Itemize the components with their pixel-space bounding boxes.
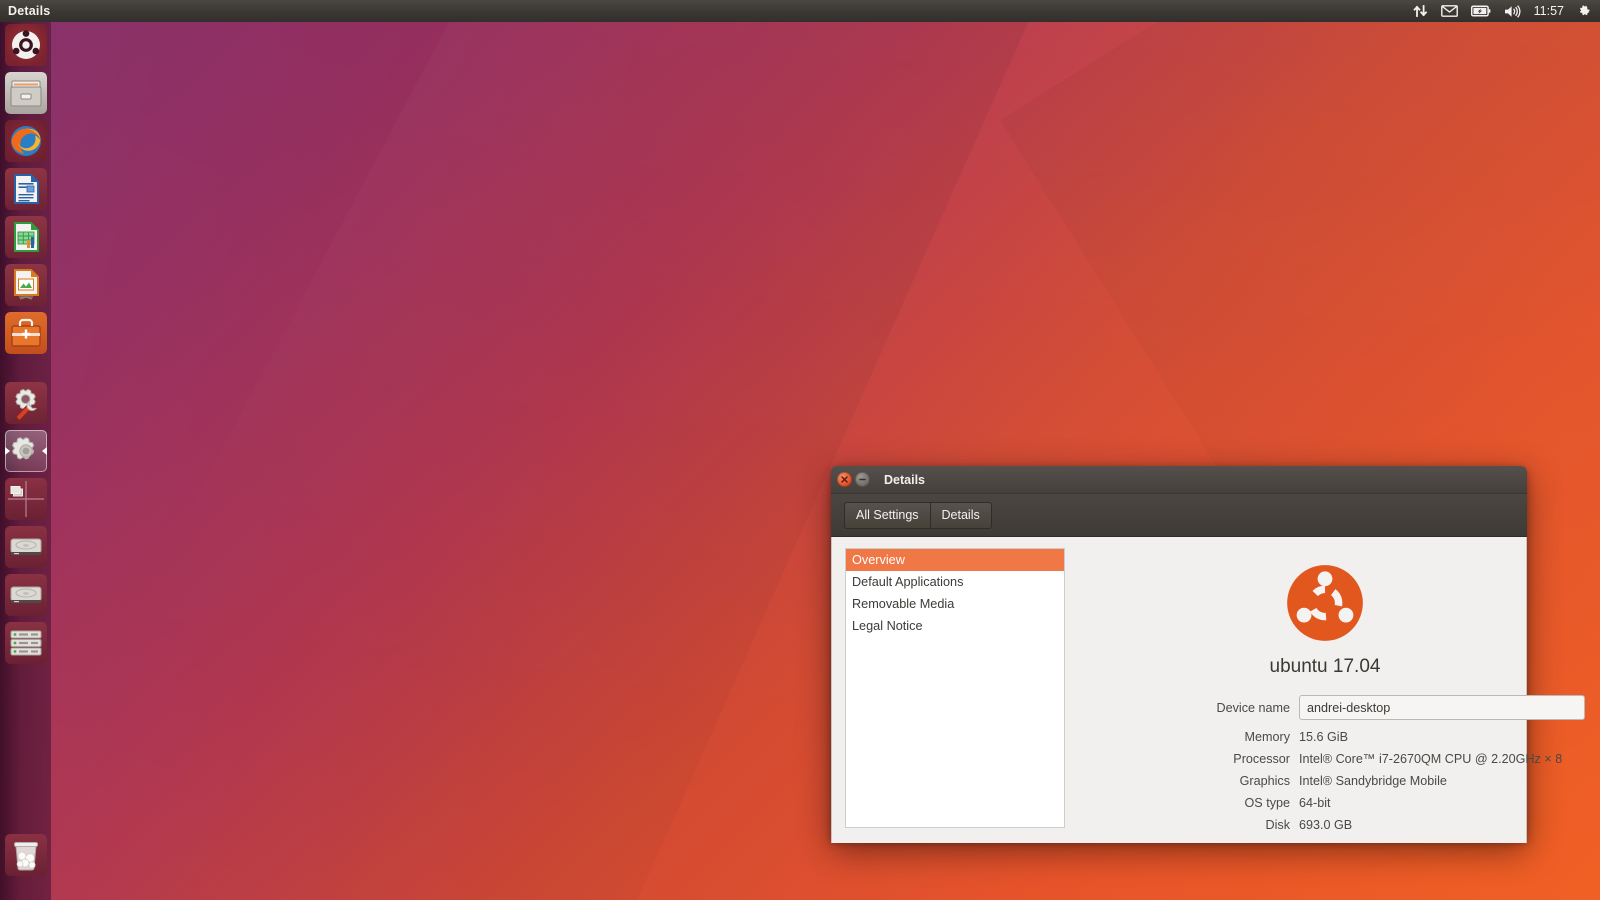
ubuntu-software-icon[interactable] <box>5 312 47 354</box>
graphics-label: Graphics <box>1239 773 1290 788</box>
graphics-value: Intel® Sandybridge Mobile <box>1299 773 1447 788</box>
all-settings-button[interactable]: All Settings <box>844 501 930 529</box>
firefox-icon[interactable] <box>5 120 47 162</box>
spec-row-graphics: Graphics Intel® Sandybridge Mobile <box>1065 771 1585 790</box>
spec-row-processor: Processor Intel® Core™ i7-2670QM CPU @ 2… <box>1065 749 1585 768</box>
details-window[interactable]: Details All Settings Details Overview De… <box>831 466 1585 843</box>
details-sidebar-list[interactable]: Overview Default Applications Removable … <box>845 548 1065 828</box>
os-type-value: 64-bit <box>1299 795 1331 810</box>
network-servers-icon[interactable] <box>5 622 47 664</box>
libreoffice-impress-icon[interactable] <box>5 264 47 306</box>
network-icon[interactable] <box>1412 0 1428 22</box>
trash-icon[interactable] <box>5 834 47 876</box>
volume-icon[interactable] <box>1504 0 1521 22</box>
launcher-active-arrow-right <box>42 447 47 455</box>
sidebar-container: Overview Default Applications Removable … <box>832 537 1065 843</box>
system-specs-table: Device name Memory 15.6 GiB Processor In… <box>1065 695 1585 837</box>
panel-app-title[interactable]: Details <box>8 4 50 18</box>
files-icon[interactable] <box>5 72 47 114</box>
window-toolbar: All Settings Details <box>831 494 1527 537</box>
window-title: Details <box>884 472 925 487</box>
processor-label: Processor <box>1233 751 1290 766</box>
minimize-button[interactable] <box>855 472 870 487</box>
disk-label: Disk <box>1265 817 1291 832</box>
battery-icon[interactable] <box>1470 0 1491 22</box>
memory-label: Memory <box>1244 729 1290 744</box>
system-settings-icon[interactable] <box>5 430 47 472</box>
spec-row-memory: Memory 15.6 GiB <box>1065 727 1585 746</box>
window-titlebar[interactable]: Details <box>831 466 1527 494</box>
toolbar-tab-group: All Settings Details <box>844 501 992 529</box>
workspace-switcher-icon[interactable] <box>5 478 47 520</box>
ubuntu-logo <box>1287 565 1363 641</box>
panel-clock[interactable]: 11:57 <box>1534 4 1564 18</box>
top-panel: Details 11:57 <box>0 0 1600 22</box>
memory-value: 15.6 GiB <box>1299 729 1349 744</box>
overview-content: ubuntu 17.04 Device name Memory 15.6 GiB… <box>1065 537 1585 843</box>
details-tab-button[interactable]: Details <box>929 501 992 529</box>
spec-row-os-type: OS type 64-bit <box>1065 793 1585 812</box>
os-type-label: OS type <box>1244 795 1291 810</box>
disk-value: 693.0 GB <box>1299 817 1353 832</box>
processor-value: Intel® Core™ i7-2670QM CPU @ 2.20GHz × 8 <box>1299 751 1563 766</box>
gear-session-icon[interactable] <box>1577 0 1592 22</box>
os-version-label: ubuntu 17.04 <box>1269 656 1381 677</box>
window-body: Overview Default Applications Removable … <box>831 537 1585 843</box>
spec-row-disk: Disk 693.0 GB <box>1065 815 1585 834</box>
device-name-input[interactable] <box>1299 695 1585 720</box>
sidebar-item-default-applications[interactable]: Default Applications <box>846 571 1064 593</box>
libreoffice-writer-icon[interactable] <box>5 168 47 210</box>
system-tools-icon[interactable] <box>5 382 47 424</box>
disk-drive-icon[interactable] <box>5 526 47 568</box>
panel-indicator-area: 11:57 <box>1412 0 1600 22</box>
launcher-active-arrow-left <box>5 447 10 455</box>
messaging-envelope-icon[interactable] <box>1440 0 1458 22</box>
sidebar-item-removable-media[interactable]: Removable Media <box>846 593 1064 615</box>
device-name-row: Device name <box>1065 695 1585 720</box>
unity-launcher <box>0 22 51 900</box>
sidebar-item-legal-notice[interactable]: Legal Notice <box>846 615 1064 637</box>
disk-drive-secondary-icon[interactable] <box>5 574 47 616</box>
libreoffice-calc-icon[interactable] <box>5 216 47 258</box>
close-button[interactable] <box>837 472 852 487</box>
device-name-label: Device name <box>1216 700 1291 715</box>
sidebar-item-overview[interactable]: Overview <box>846 549 1064 571</box>
ubuntu-dash-icon[interactable] <box>5 24 47 66</box>
